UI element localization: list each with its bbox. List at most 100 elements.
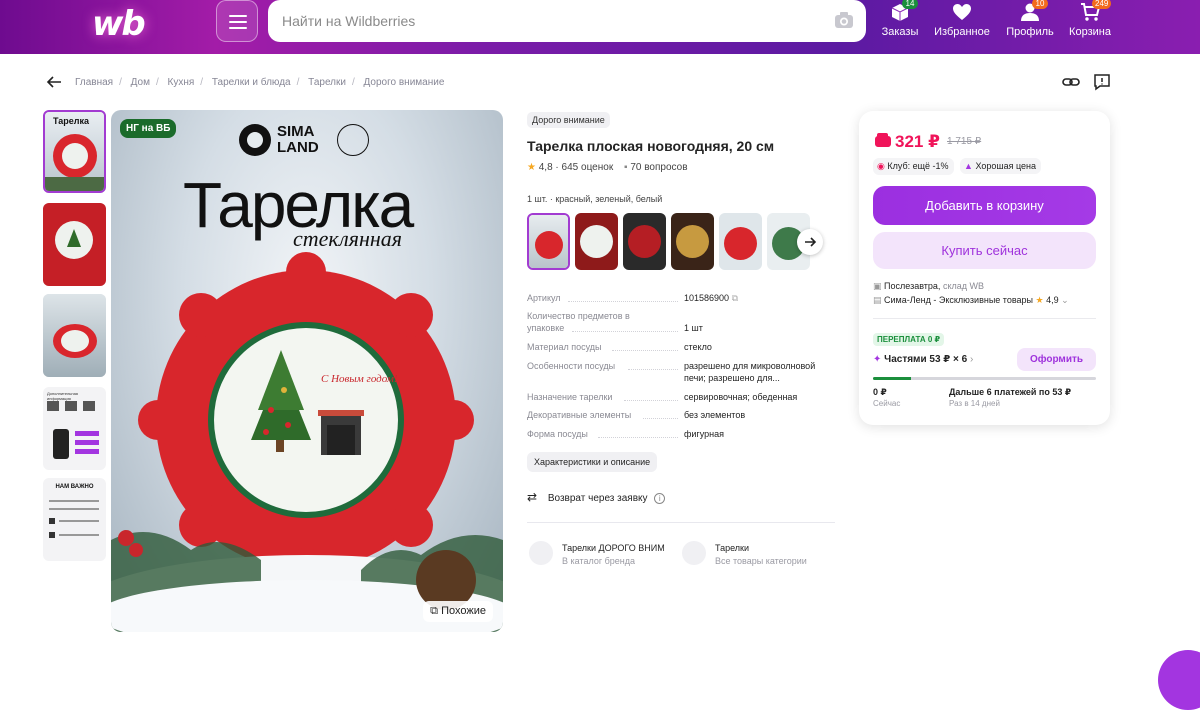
- thumb5-heading: НАМ ВАЖНО: [55, 484, 94, 490]
- spec-value-article[interactable]: 101586900 ⧉: [684, 292, 836, 304]
- plate-illustration: С Новым годом!: [111, 252, 503, 632]
- questions-icon: ▪: [624, 162, 628, 173]
- pay-now: 0 ₽ Сейчас: [873, 386, 900, 410]
- good-price-label: Хорошая цена: [975, 161, 1036, 171]
- nav-favorites-label: Избранное: [934, 26, 990, 38]
- return-icon: ⇄: [527, 490, 538, 504]
- characteristics-button[interactable]: Характеристики и описание: [527, 452, 658, 472]
- club-label: Клуб: ещё -1%: [887, 161, 949, 171]
- spec-key-decor: Декоративные элементы: [527, 410, 632, 420]
- seller-star-icon: ★: [1035, 295, 1044, 305]
- camera-icon[interactable]: [834, 11, 854, 29]
- shop-icon: ▤: [873, 295, 882, 305]
- wallet-icon: [875, 133, 891, 147]
- gallery-thumb-1[interactable]: Тарелка: [43, 110, 106, 193]
- copy-icon[interactable]: ⧉: [732, 293, 738, 303]
- product-main-image[interactable]: НГ на ВБ SIMA LAND Тарелка стеклянная С …: [111, 110, 503, 632]
- crumb-dom[interactable]: Дом: [131, 77, 150, 88]
- cart-icon: 249: [1080, 0, 1112, 22]
- divider: [527, 522, 835, 523]
- gallery-thumb-5[interactable]: НАМ ВАЖНО: [43, 478, 106, 561]
- variant-thumb-2[interactable]: [575, 213, 618, 270]
- buy-now-button[interactable]: Купить сейчас: [873, 232, 1096, 269]
- variants-next-arrow-icon[interactable]: [797, 229, 823, 255]
- spec-key-material: Материал посуды: [527, 342, 602, 352]
- gallery-thumb-2[interactable]: [43, 203, 106, 286]
- price: 321 ₽: [895, 132, 940, 151]
- pay-now-sub: Сейчас: [873, 399, 901, 408]
- spec-value-qty: 1 шт: [684, 323, 703, 333]
- crumb-kitchen[interactable]: Кухня: [168, 77, 195, 88]
- crumb-plates-dishes[interactable]: Тарелки и блюда: [212, 77, 291, 88]
- seller-name[interactable]: Сима-Ленд - Эксклюзивные товары: [884, 295, 1033, 305]
- wb-logo[interactable]: wb: [92, 4, 146, 44]
- category-icon: [682, 541, 706, 565]
- nav-profile-label: Профиль: [1006, 26, 1054, 38]
- nav-cart[interactable]: 249 Корзина: [1062, 0, 1118, 38]
- cart-badge: 249: [1092, 0, 1112, 9]
- user-icon: 10: [1020, 0, 1048, 22]
- orders-badge: 14: [902, 0, 918, 9]
- brand-chip[interactable]: Дорого внимание: [527, 112, 610, 128]
- questions-link[interactable]: 70 вопросов: [630, 162, 687, 173]
- article-number: 101586900: [684, 293, 730, 303]
- seller-row[interactable]: ▤ Сима-Ленд - Эксклюзивные товары ★ 4,9 …: [873, 295, 1069, 306]
- spec-key-purpose: Назначение тарелки: [527, 392, 613, 402]
- similar-label: Похожие: [441, 605, 486, 617]
- category-title: Тарелки: [715, 543, 750, 553]
- variant-thumb-5[interactable]: [719, 213, 762, 270]
- return-label: Возврат через заявку: [547, 493, 648, 504]
- crumb-plates[interactable]: Тарелки: [308, 77, 346, 88]
- overpay-badge: ПЕРЕПЛАТА 0 ₽: [873, 333, 945, 346]
- pay-later: Дальше 6 платежей по 53 ₽ Раз в 14 дней: [949, 386, 1071, 410]
- info-icon[interactable]: i: [654, 493, 666, 504]
- club-chip[interactable]: ◉ Клуб: ещё -1%: [873, 158, 954, 175]
- similar-icon: ⧉: [430, 605, 442, 617]
- spec-value-decor: без элементов: [684, 410, 746, 420]
- nav-orders[interactable]: 14 Заказы: [872, 0, 928, 38]
- crumb-brand[interactable]: Дорого внимание: [364, 77, 445, 88]
- old-price: 1 715 ₽: [947, 136, 982, 147]
- gallery-thumb-4[interactable]: Дополнительная информация: [43, 387, 106, 470]
- add-to-cart-button[interactable]: Добавить в корзину: [873, 186, 1096, 225]
- nav-profile[interactable]: 10 Профиль: [1002, 0, 1058, 38]
- pay-later-amount: Дальше 6 платежей по 53 ₽: [949, 387, 1072, 397]
- seller-rating: 4,9: [1046, 295, 1059, 305]
- gallery-thumb-3[interactable]: [43, 294, 106, 377]
- installments-apply-button[interactable]: Оформить: [1017, 348, 1096, 371]
- menu-button[interactable]: [216, 0, 258, 42]
- reviews-link[interactable]: 645 оценок: [562, 162, 614, 173]
- good-price-chip[interactable]: ▲ Хорошая цена: [960, 158, 1041, 174]
- delivery-date: Послезавтра,: [884, 281, 941, 291]
- installments-label: Частями 53 ₽ × 6: [884, 354, 968, 365]
- product-title: Тарелка плоская новогодняя, 20 см: [527, 138, 775, 154]
- category-subtitle: Все товары категории: [715, 556, 807, 566]
- link-icon[interactable]: [1062, 73, 1080, 91]
- buy-panel: 321 ₽ 1 715 ₽ ◉ Клуб: ещё -1% ▲ Хорошая …: [859, 111, 1110, 425]
- variant-thumb-3[interactable]: [623, 213, 666, 270]
- similar-button[interactable]: ⧉ Похожие: [423, 601, 493, 622]
- variant-thumb-4[interactable]: [671, 213, 714, 270]
- variant-thumb-1[interactable]: [527, 213, 570, 270]
- thumbs-up-icon: ▲: [964, 161, 973, 171]
- chat-fab[interactable]: [1158, 650, 1200, 710]
- search-input[interactable]: [282, 0, 822, 42]
- chevron-right-icon: ›: [969, 354, 974, 365]
- nav-cart-label: Корзина: [1069, 26, 1111, 38]
- back-arrow-icon[interactable]: [46, 74, 62, 90]
- delivery-icon: ▣: [873, 281, 882, 291]
- search-bar: [268, 0, 866, 42]
- pay-now-amount: 0 ₽: [873, 387, 887, 397]
- nav-favorites[interactable]: Избранное: [934, 2, 990, 38]
- rating-value: 4,8: [538, 162, 553, 173]
- return-row[interactable]: ⇄ Возврат через заявку i: [527, 490, 666, 504]
- tag-icon: [529, 541, 553, 565]
- installments-progress-fill: [873, 377, 911, 380]
- plate-greeting: С Новым годом!: [321, 373, 398, 385]
- installments-row[interactable]: ✦ Частями 53 ₽ × 6 ›: [873, 354, 973, 365]
- breadcrumb: Главная / Дом / Кухня / Тарелки и блюда / Та…: [75, 77, 445, 88]
- installments-progress: [873, 377, 1096, 380]
- report-icon[interactable]: [1093, 73, 1111, 91]
- nav-orders-label: Заказы: [881, 26, 919, 38]
- crumb-home[interactable]: Главная: [75, 77, 113, 88]
